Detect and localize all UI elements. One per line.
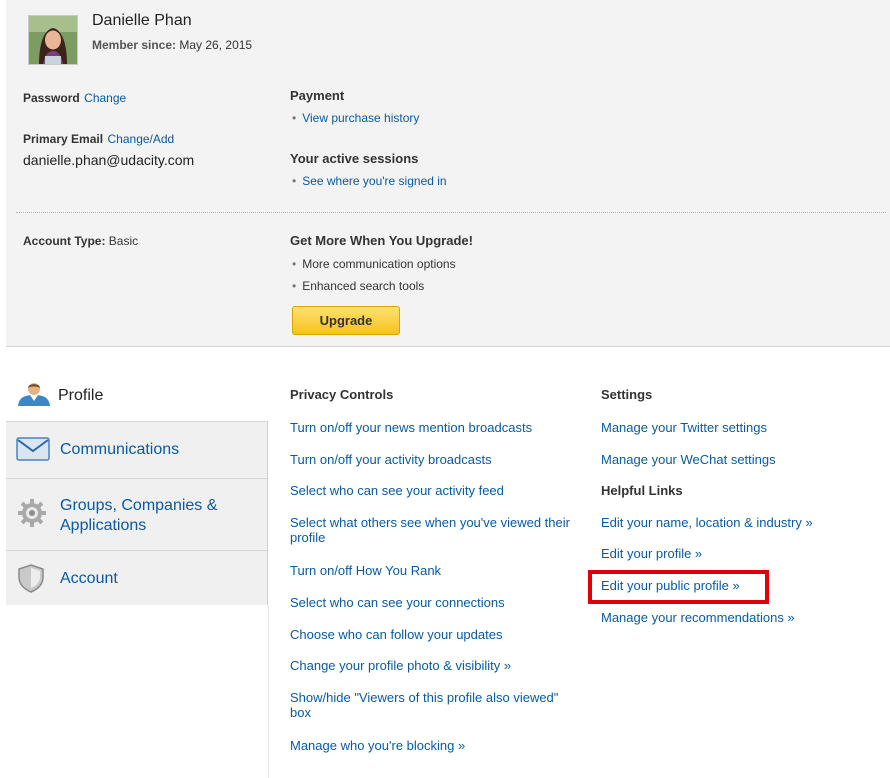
avatar[interactable] bbox=[28, 15, 78, 65]
active-sessions-title: Your active sessions bbox=[290, 151, 419, 166]
divider bbox=[16, 212, 886, 213]
account-type-label: Account Type: bbox=[23, 234, 106, 248]
privacy-controls-title: Privacy Controls bbox=[290, 387, 394, 402]
privacy-link[interactable]: Select who can see your activity feed bbox=[290, 483, 575, 498]
change-password-link[interactable]: Change bbox=[84, 91, 126, 105]
primary-email-label: Primary Email bbox=[23, 132, 104, 146]
envelope-icon bbox=[16, 434, 50, 467]
user-name: Danielle Phan bbox=[92, 12, 192, 29]
account-summary-panel: Danielle Phan Member since: May 26, 2015… bbox=[6, 0, 890, 347]
tab-label: Account bbox=[60, 570, 118, 587]
primary-email-row: Primary Email Change/Add bbox=[23, 130, 174, 148]
sessions-list-item: • See where you're signed in bbox=[290, 173, 447, 189]
profile-person-icon bbox=[16, 382, 52, 411]
privacy-link[interactable]: Select what others see when you've viewe… bbox=[290, 515, 575, 545]
privacy-link[interactable]: Choose who can follow your updates bbox=[290, 627, 575, 642]
settings-title: Settings bbox=[601, 387, 653, 402]
account-type-row: Account Type: Basic bbox=[23, 234, 138, 248]
privacy-link[interactable]: Select who can see your connections bbox=[290, 595, 575, 610]
helpful-link[interactable]: Edit your name, location & industry » bbox=[601, 515, 881, 530]
upgrade-button[interactable]: Upgrade bbox=[292, 306, 400, 335]
bullet: • bbox=[292, 111, 297, 125]
account-type-value: Basic bbox=[108, 234, 139, 248]
bullet: • bbox=[292, 257, 297, 271]
password-row: Password Change bbox=[23, 89, 126, 107]
helpful-links-title: Helpful Links bbox=[601, 483, 683, 498]
upgrade-benefit-text: Enhanced search tools bbox=[302, 279, 425, 293]
primary-email-value: danielle.phan@udacity.com bbox=[23, 152, 195, 168]
member-since: Member since: May 26, 2015 bbox=[92, 38, 252, 52]
see-where-signed-in-link[interactable]: See where you're signed in bbox=[302, 174, 446, 188]
settings-link[interactable]: Manage your Twitter settings bbox=[601, 420, 881, 435]
payment-list-item: • View purchase history bbox=[290, 110, 419, 126]
tab-profile[interactable]: Profile bbox=[6, 368, 268, 421]
change-add-email-link[interactable]: Change/Add bbox=[108, 132, 175, 146]
shield-icon bbox=[16, 563, 46, 598]
privacy-link[interactable]: Turn on/off your news mention broadcasts bbox=[290, 420, 575, 435]
tab-label: Groups, Companies & Applications bbox=[60, 497, 218, 534]
settings-link[interactable]: Manage your WeChat settings bbox=[601, 452, 881, 467]
password-label: Password bbox=[23, 91, 80, 105]
tab-label: Communications bbox=[60, 441, 180, 458]
upgrade-title: Get More When You Upgrade! bbox=[290, 233, 473, 248]
payment-title: Payment bbox=[290, 88, 345, 103]
settings-tab-list: Profile Communications Groups, Companies… bbox=[6, 368, 268, 605]
tab-account[interactable]: Account bbox=[6, 550, 268, 605]
avatar-photo bbox=[29, 16, 77, 64]
helpful-link[interactable]: Edit your profile » bbox=[601, 546, 881, 561]
member-since-date: May 26, 2015 bbox=[179, 38, 253, 52]
upgrade-benefit-text: More communication options bbox=[302, 257, 456, 271]
bullet: • bbox=[292, 174, 297, 188]
helpful-link[interactable]: Manage your recommendations » bbox=[601, 610, 881, 625]
edit-public-profile-link[interactable]: Edit your public profile » bbox=[601, 578, 881, 593]
privacy-link[interactable]: Manage who you're blocking » bbox=[290, 738, 575, 753]
privacy-link[interactable]: Turn on/off your activity broadcasts bbox=[290, 452, 575, 467]
privacy-link[interactable]: Turn on/off How You Rank bbox=[290, 563, 575, 578]
privacy-link[interactable]: Change your profile photo & visibility » bbox=[290, 658, 575, 673]
tab-groups-companies-applications[interactable]: Groups, Companies & Applications bbox=[6, 478, 268, 550]
divider bbox=[268, 605, 269, 778]
member-since-label: Member since: bbox=[92, 38, 177, 52]
bullet: • bbox=[292, 279, 297, 293]
view-purchase-history-link[interactable]: View purchase history bbox=[302, 111, 419, 125]
tab-communications[interactable]: Communications bbox=[6, 421, 268, 478]
privacy-link[interactable]: Show/hide "Viewers of this profile also … bbox=[290, 690, 575, 720]
upgrade-benefit-item: • More communication options bbox=[290, 256, 456, 272]
upgrade-benefit-item: • Enhanced search tools bbox=[290, 278, 424, 294]
gear-icon bbox=[16, 497, 48, 534]
tab-label: Profile bbox=[58, 387, 104, 404]
